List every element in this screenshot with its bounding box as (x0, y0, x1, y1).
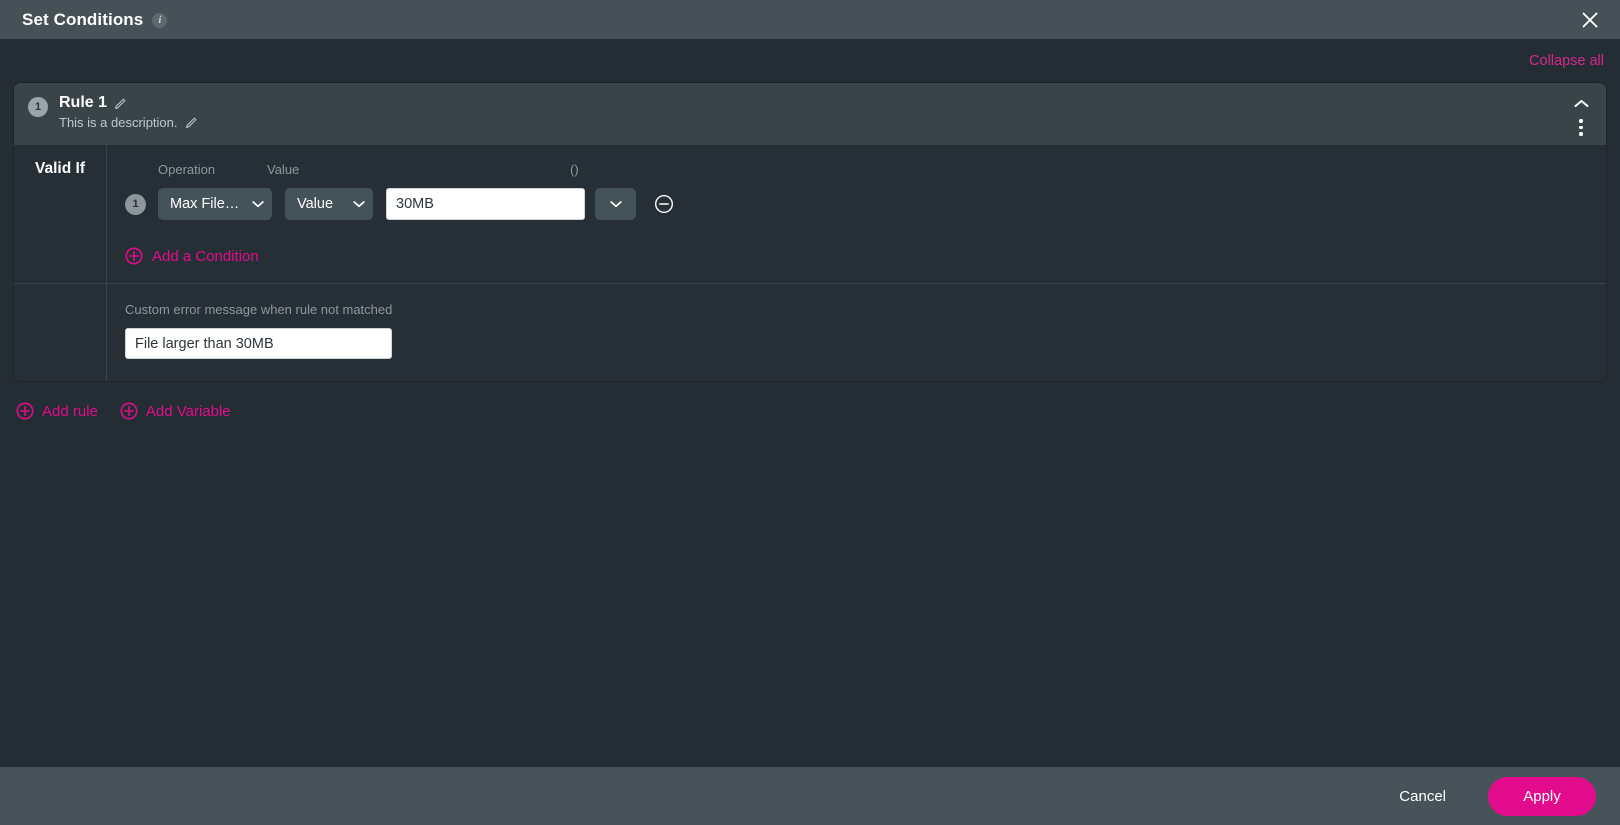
rule-header-actions (1570, 94, 1592, 136)
close-icon[interactable] (1576, 6, 1604, 34)
condition-value-input[interactable] (386, 188, 585, 220)
edit-rule-title-pencil-icon[interactable] (114, 97, 127, 110)
add-variable-button[interactable]: Add Variable (120, 402, 231, 420)
value-type-select[interactable]: Value (285, 188, 373, 220)
add-condition-button[interactable]: Add a Condition (107, 247, 259, 265)
error-message-column: Custom error message when rule not match… (107, 284, 1606, 381)
conditions-column-headers: Operation Value () (107, 155, 1606, 183)
plus-circle-icon (16, 402, 34, 420)
rule-header-text: Rule 1 This is a description. (59, 94, 198, 130)
operation-select-value: Max File Si... (170, 196, 243, 212)
error-message-label: Custom error message when rule not match… (125, 302, 393, 317)
rule-header: 1 Rule 1 This is a description. (14, 83, 1606, 145)
rule-title-line: Rule 1 (59, 94, 198, 112)
edit-rule-description-pencil-icon[interactable] (185, 116, 198, 129)
valid-if-label: Valid If (35, 160, 85, 177)
value-type-select-value: Value (297, 196, 334, 212)
chevron-down-icon (243, 200, 264, 208)
plus-circle-icon (120, 402, 138, 420)
chevron-up-icon[interactable] (1570, 95, 1592, 112)
column-header-parenthesis: () (570, 161, 579, 177)
chevron-down-icon (344, 200, 365, 208)
rule-description-line: This is a description. (59, 115, 198, 130)
cancel-button[interactable]: Cancel (1381, 778, 1464, 815)
remove-condition-circle-minus-icon[interactable] (652, 192, 676, 216)
add-rule-button[interactable]: Add rule (16, 402, 98, 420)
operation-select[interactable]: Max File Si... (158, 188, 272, 220)
dialog-footer: Cancel Apply (0, 767, 1620, 825)
error-message-left-spacer (14, 284, 107, 381)
rule-body: Valid If Operation Value () 1 Max File S… (14, 145, 1606, 381)
condition-row: 1 Max File Si... Value (107, 183, 1606, 225)
apply-button[interactable]: Apply (1488, 776, 1596, 816)
chevron-down-icon (609, 200, 622, 208)
rule-description: This is a description. (59, 115, 178, 130)
rule-title: Rule 1 (59, 94, 108, 111)
rule-number-badge: 1 (28, 97, 48, 117)
error-message-input[interactable] (125, 328, 392, 359)
error-message-section: Custom error message when rule not match… (14, 284, 1606, 381)
collapse-all-button[interactable]: Collapse all (1529, 53, 1604, 69)
valid-if-column: Valid If (14, 145, 107, 283)
add-actions-row: Add rule Add Variable (14, 402, 1606, 420)
rule-card: 1 Rule 1 This is a description. Valid If… (14, 83, 1606, 381)
conditions-section: Valid If Operation Value () 1 Max File S… (14, 145, 1606, 283)
condition-number-badge: 1 (125, 193, 146, 215)
conditions-column: Operation Value () 1 Max File Si... (107, 145, 1606, 283)
dialog-titlebar: Set Conditions i (0, 0, 1620, 39)
add-rule-label: Add rule (42, 402, 98, 420)
column-header-operation: Operation (158, 161, 216, 177)
collapse-all-row: Collapse all (14, 39, 1606, 83)
kebab-menu-icon[interactable] (1570, 119, 1592, 136)
plus-circle-icon (125, 247, 143, 265)
add-condition-label: Add a Condition (152, 247, 259, 265)
dialog-title: Set Conditions (22, 9, 144, 29)
add-variable-label: Add Variable (145, 402, 231, 420)
info-icon[interactable]: i (152, 13, 168, 28)
set-conditions-dialog: Set Conditions i Collapse all 1 Rule 1 T… (0, 0, 1620, 825)
parenthesis-select[interactable] (595, 188, 636, 220)
column-header-value: Value (267, 161, 300, 177)
dialog-body: Collapse all 1 Rule 1 This is a descript… (0, 39, 1620, 767)
